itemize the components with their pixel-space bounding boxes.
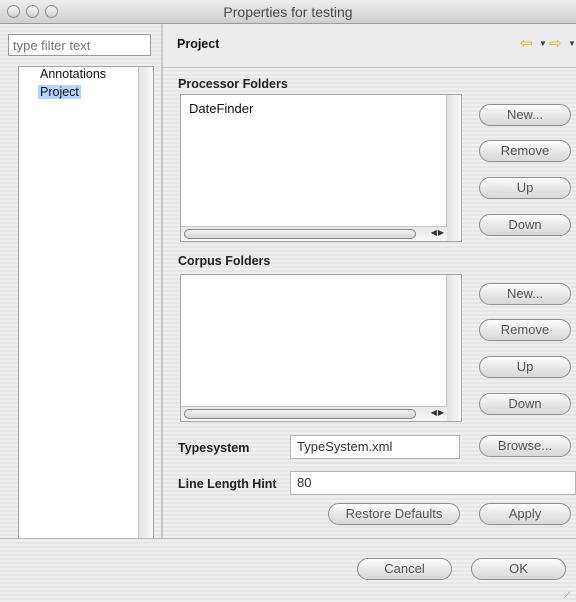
corpus-folders-label: Corpus Folders: [178, 254, 271, 268]
corpus-down-button[interactable]: Down: [479, 393, 571, 415]
restore-defaults-button[interactable]: Restore Defaults: [328, 503, 460, 525]
chevron-down-icon[interactable]: ▼: [568, 39, 576, 48]
resize-grip-icon[interactable]: ⟋: [564, 590, 574, 600]
processor-remove-button[interactable]: Remove: [479, 140, 571, 162]
chevron-down-icon[interactable]: ▼: [539, 39, 547, 48]
corpus-new-button[interactable]: New...: [479, 283, 571, 305]
scroll-arrows-icon[interactable]: ◀▶: [431, 228, 445, 237]
corpus-remove-button[interactable]: Remove: [479, 319, 571, 341]
typesystem-field[interactable]: TypeSystem.xml: [290, 435, 460, 459]
list-item[interactable]: DateFinder: [189, 101, 253, 116]
browse-button[interactable]: Browse...: [479, 435, 571, 457]
line-length-hint-label: Line Length Hint: [178, 477, 277, 491]
processor-down-button[interactable]: Down: [479, 214, 571, 236]
scroll-thumb[interactable]: [184, 229, 416, 239]
tree-item-project[interactable]: Project: [38, 85, 81, 99]
scroll-arrows-icon[interactable]: ◀▶: [431, 408, 445, 417]
filter-input[interactable]: [8, 34, 151, 56]
scroll-thumb[interactable]: [184, 409, 416, 419]
tree-scrollbar[interactable]: [138, 67, 153, 545]
processor-folders-label: Processor Folders: [178, 77, 288, 91]
apply-button[interactable]: Apply: [479, 503, 571, 525]
property-page: Project ⇦ ▼ ⇨ ▼ Processor Folders DateFi…: [163, 24, 576, 538]
dialog-footer: Cancel OK ⟋: [0, 539, 576, 602]
ok-button[interactable]: OK: [471, 558, 566, 580]
cancel-button[interactable]: Cancel: [357, 558, 452, 580]
processor-up-button[interactable]: Up: [479, 177, 571, 199]
typesystem-label: Typesystem: [178, 441, 250, 455]
line-length-hint-field[interactable]: 80: [290, 471, 576, 495]
title-bar: Properties for testing: [0, 0, 576, 24]
corpus-folders-list[interactable]: ◀▶: [180, 274, 462, 422]
processor-folders-list[interactable]: DateFinder ◀▶: [180, 94, 462, 242]
left-pane: Annotations Project: [0, 24, 162, 546]
horizontal-scrollbar[interactable]: ◀▶: [181, 406, 447, 421]
processor-new-button[interactable]: New...: [479, 104, 571, 126]
window-title: Properties for testing: [223, 4, 353, 20]
preference-tree: Annotations Project: [18, 66, 154, 546]
vertical-scrollbar[interactable]: [446, 275, 461, 421]
arrow-left-icon[interactable]: ⇦: [520, 34, 533, 52]
horizontal-scrollbar[interactable]: ◀▶: [181, 226, 447, 241]
corpus-up-button[interactable]: Up: [479, 356, 571, 378]
page-title: Project: [177, 37, 220, 51]
vertical-scrollbar[interactable]: [446, 95, 461, 241]
arrow-right-icon[interactable]: ⇨: [549, 34, 562, 52]
tree-item-annotations[interactable]: Annotations: [38, 67, 108, 81]
page-header: Project ⇦ ▼ ⇨ ▼: [163, 24, 576, 68]
